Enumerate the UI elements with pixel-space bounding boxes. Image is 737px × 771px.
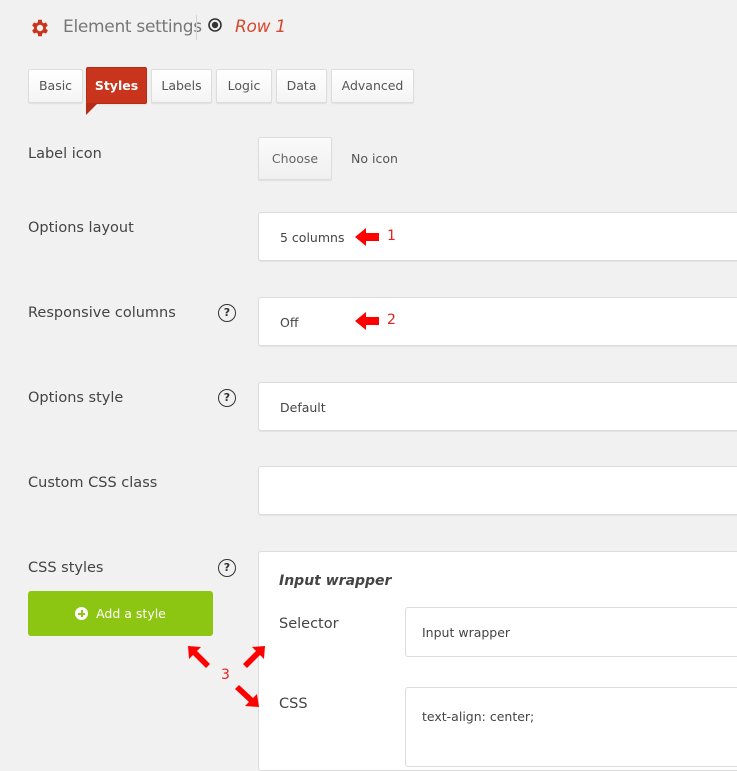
annotation-number-2: 2 xyxy=(387,312,396,328)
plus-circle-icon xyxy=(75,607,89,620)
header-divider xyxy=(196,15,197,40)
choose-icon-button[interactable]: Choose xyxy=(258,137,332,180)
help-icon[interactable]: ? xyxy=(218,304,236,322)
element-name: Row 1 xyxy=(235,17,286,37)
gear-icon xyxy=(32,19,48,37)
add-style-label: Add a style xyxy=(96,606,166,621)
style-entry-title: Input wrapper xyxy=(279,573,392,589)
tab-styles[interactable]: Styles xyxy=(86,67,147,104)
custom-css-class-label: Custom CSS class xyxy=(28,475,158,491)
responsive-columns-value: Off xyxy=(280,315,299,330)
annotation-arrow-2 xyxy=(355,312,379,330)
selector-input[interactable]: Input wrapper xyxy=(405,607,737,657)
options-style-select[interactable]: Default xyxy=(258,382,737,431)
responsive-columns-select[interactable]: Off xyxy=(258,297,737,346)
options-layout-label: Options layout xyxy=(28,220,134,236)
options-layout-select[interactable]: 5 columns xyxy=(258,212,737,261)
annotation-number-1: 1 xyxy=(387,228,396,244)
icon-status: No icon xyxy=(351,151,398,166)
options-layout-value: 5 columns xyxy=(280,230,345,245)
annotation-arrow-3c xyxy=(235,685,259,707)
options-style-label: Options style xyxy=(28,390,124,406)
css-styles-label: CSS styles xyxy=(28,560,104,576)
css-textarea[interactable]: text-align: center; xyxy=(405,687,737,767)
tab-logic[interactable]: Logic xyxy=(216,69,272,103)
help-icon[interactable]: ? xyxy=(218,559,236,577)
annotation-arrow-3a xyxy=(188,646,210,668)
page-title: Element settings xyxy=(63,17,202,37)
selector-value: Input wrapper xyxy=(422,625,511,640)
annotation-arrow-1 xyxy=(355,228,379,246)
active-tab-pointer xyxy=(86,103,98,115)
tab-data[interactable]: Data xyxy=(276,69,327,103)
tab-labels[interactable]: Labels xyxy=(151,69,212,103)
annotation-arrow-3b xyxy=(243,646,265,668)
responsive-columns-label: Responsive columns xyxy=(28,305,176,321)
selector-label: Selector xyxy=(279,616,339,632)
css-value: text-align: center; xyxy=(422,709,535,724)
tab-advanced[interactable]: Advanced xyxy=(331,69,414,103)
annotation-number-3: 3 xyxy=(221,667,230,683)
options-style-value: Default xyxy=(280,400,326,415)
custom-css-class-input[interactable] xyxy=(258,466,737,515)
css-label: CSS xyxy=(279,696,308,712)
add-style-button[interactable]: Add a style xyxy=(28,591,213,636)
radio-icon xyxy=(208,18,222,32)
label-icon-label: Label icon xyxy=(28,146,102,162)
help-icon[interactable]: ? xyxy=(218,389,236,407)
tab-basic[interactable]: Basic xyxy=(28,69,83,103)
